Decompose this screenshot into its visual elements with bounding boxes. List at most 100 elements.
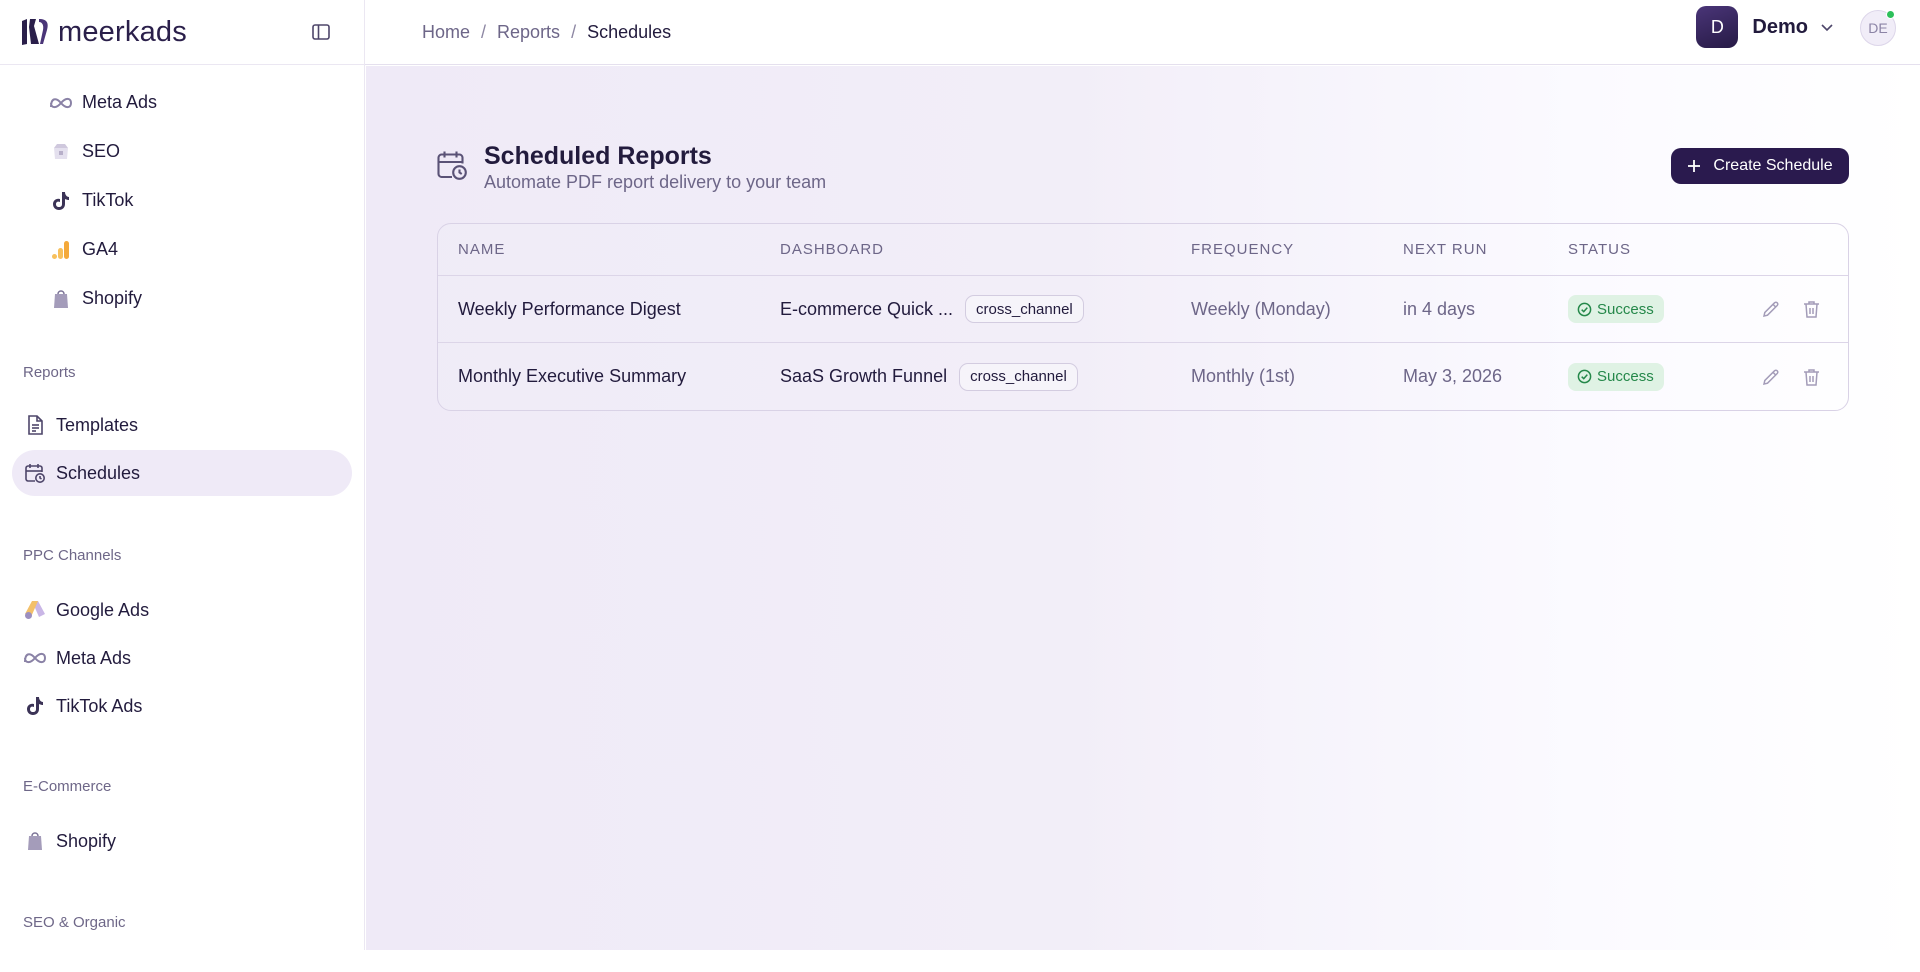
sidebar-item-label: Shopify bbox=[82, 288, 143, 308]
sidebar-item-label: Meta Ads bbox=[82, 92, 158, 112]
edit-button[interactable] bbox=[1760, 299, 1781, 320]
account-initials: DE bbox=[1868, 20, 1888, 36]
sidebar-item-meta-ads-ppc[interactable]: Meta Ads bbox=[12, 635, 352, 681]
sidebar-item-schedules[interactable]: Schedules bbox=[12, 450, 352, 496]
page-subtitle: Automate PDF report delivery to your tea… bbox=[484, 172, 827, 192]
online-status-dot bbox=[1886, 10, 1895, 19]
sidebar-item-label: GA4 bbox=[82, 239, 119, 259]
edit-button[interactable] bbox=[1760, 366, 1781, 387]
breadcrumb-home[interactable]: Home bbox=[422, 22, 470, 43]
meerkads-logo-icon bbox=[22, 19, 48, 45]
sidebar-item-label: SEO bbox=[82, 141, 121, 161]
check-circle-icon bbox=[1577, 369, 1592, 384]
sidebar-item-label: TikTok bbox=[82, 190, 134, 210]
sidebar-item-shopify[interactable]: Shopify bbox=[12, 274, 352, 323]
breadcrumb-separator: / bbox=[481, 21, 487, 42]
pencil-icon bbox=[1762, 301, 1779, 317]
schedule-next-run: May 3, 2026 bbox=[1403, 366, 1503, 386]
sidebar-item-label: TikTok Ads bbox=[56, 695, 143, 716]
google-ads-icon bbox=[23, 598, 47, 622]
table-header-row: NAME DASHBOARD FREQUENCY NEXT RUN STATUS bbox=[438, 224, 1848, 276]
section-label-seo-organic: SEO & Organic bbox=[23, 913, 126, 931]
sidebar-item-meta-ads[interactable]: Meta Ads bbox=[12, 78, 352, 127]
workspace-menu-button[interactable]: D Demo bbox=[1696, 6, 1834, 48]
sidebar-panel-icon bbox=[312, 24, 330, 40]
page-title: Scheduled Reports bbox=[484, 142, 712, 170]
status-badge: Success bbox=[1568, 362, 1664, 391]
document-icon bbox=[23, 413, 47, 437]
check-circle-icon bbox=[1577, 302, 1592, 316]
sidebar-item-seo[interactable]: SEO bbox=[12, 127, 352, 176]
brand-header: meerkads bbox=[0, 0, 364, 65]
row-actions bbox=[1760, 299, 1822, 320]
shopify-icon bbox=[49, 287, 73, 311]
section-label-reports: Reports bbox=[23, 363, 76, 381]
breadcrumb-reports[interactable]: Reports bbox=[497, 22, 560, 43]
meta-icon bbox=[49, 91, 73, 115]
column-header-dashboard[interactable]: DASHBOARD bbox=[780, 241, 884, 258]
dashboard-name[interactable]: E-commerce Quick ... bbox=[780, 299, 953, 320]
shopify-icon bbox=[23, 829, 47, 853]
dashboard-tag: cross_channel bbox=[965, 295, 1084, 323]
seo-icon bbox=[49, 140, 73, 164]
sidebar-toggle-button[interactable] bbox=[308, 19, 334, 45]
tiktok-icon bbox=[49, 189, 73, 213]
schedule-dashboard: SaaS Growth Funnel cross_channel bbox=[780, 362, 1078, 391]
sidebar-item-label: Schedules bbox=[56, 462, 141, 483]
status-cell: Success bbox=[1568, 362, 1664, 391]
create-schedule-label: Create Schedule bbox=[1713, 157, 1833, 174]
sidebar-item-templates[interactable]: Templates bbox=[12, 402, 352, 448]
schedule-next-run: in 4 days bbox=[1403, 298, 1476, 319]
sidebar-item-shopify-ecom[interactable]: Shopify bbox=[12, 818, 352, 864]
pencil-icon bbox=[1762, 368, 1779, 385]
workspace-name: Demo bbox=[1752, 15, 1808, 38]
create-schedule-button[interactable]: Create Schedule bbox=[1671, 148, 1849, 184]
sidebar-item-label: Meta Ads bbox=[56, 647, 132, 668]
dashboard-name[interactable]: SaaS Growth Funnel bbox=[780, 366, 947, 387]
tiktok-icon bbox=[23, 694, 47, 718]
status-badge: Success bbox=[1568, 295, 1664, 323]
sidebar-item-google-ads[interactable]: Google Ads bbox=[12, 587, 352, 633]
row-actions bbox=[1760, 366, 1822, 387]
column-header-frequency[interactable]: FREQUENCY bbox=[1191, 241, 1294, 258]
brand-logo[interactable]: meerkads bbox=[20, 16, 187, 49]
breadcrumb-separator: / bbox=[571, 21, 577, 42]
calendar-clock-icon bbox=[23, 461, 47, 485]
column-header-name[interactable]: NAME bbox=[458, 241, 505, 258]
table-row[interactable]: Monthly Executive Summary SaaS Growth Fu… bbox=[438, 343, 1848, 410]
brand-name: meerkads bbox=[58, 15, 187, 48]
calendar-clock-icon bbox=[437, 150, 467, 180]
sidebar-item-tiktok-ads[interactable]: TikTok Ads bbox=[12, 683, 352, 729]
table-row[interactable]: Weekly Performance Digest E-commerce Qui… bbox=[438, 276, 1848, 343]
trash-icon bbox=[1804, 368, 1819, 386]
account-avatar[interactable]: DE bbox=[1860, 10, 1896, 46]
dashboard-tag: cross_channel bbox=[959, 362, 1078, 391]
sidebar-item-label: Templates bbox=[56, 414, 139, 435]
column-header-next-run[interactable]: NEXT RUN bbox=[1403, 241, 1487, 258]
schedule-frequency: Monthly (1st) bbox=[1191, 366, 1296, 386]
schedule-frequency: Weekly (Monday) bbox=[1191, 298, 1331, 319]
breadcrumb: Home / Reports / Schedules bbox=[422, 22, 671, 43]
plus-icon bbox=[1688, 160, 1701, 172]
delete-button[interactable] bbox=[1801, 299, 1822, 320]
section-label-ppc-channels: PPC Channels bbox=[23, 546, 122, 564]
section-label-e-commerce: E-Commerce bbox=[23, 777, 112, 795]
main-content: Scheduled Reports Automate PDF report de… bbox=[366, 66, 1920, 950]
status-cell: Success bbox=[1568, 295, 1664, 323]
column-header-status[interactable]: STATUS bbox=[1568, 241, 1631, 258]
trash-icon bbox=[1804, 301, 1819, 318]
workspace-avatar: D bbox=[1696, 6, 1739, 48]
sidebar-item-tiktok[interactable]: TikTok bbox=[12, 176, 352, 225]
sidebar-item-ga4[interactable]: GA4 bbox=[12, 225, 352, 274]
sidebar-item-label: Shopify bbox=[56, 830, 117, 851]
chevron-down-icon bbox=[1821, 24, 1833, 32]
delete-button[interactable] bbox=[1801, 366, 1822, 387]
schedule-name: Monthly Executive Summary bbox=[458, 366, 687, 386]
top-bar: Home / Reports / Schedules D Demo DE bbox=[365, 0, 1920, 65]
status-text: Success bbox=[1597, 368, 1654, 385]
page-header: Scheduled Reports Automate PDF report de… bbox=[437, 140, 1849, 200]
sidebar-item-label: Google Ads bbox=[56, 599, 150, 620]
schedules-table: NAME DASHBOARD FREQUENCY NEXT RUN STATUS… bbox=[437, 223, 1849, 411]
meta-icon bbox=[23, 646, 47, 670]
status-text: Success bbox=[1597, 300, 1654, 318]
